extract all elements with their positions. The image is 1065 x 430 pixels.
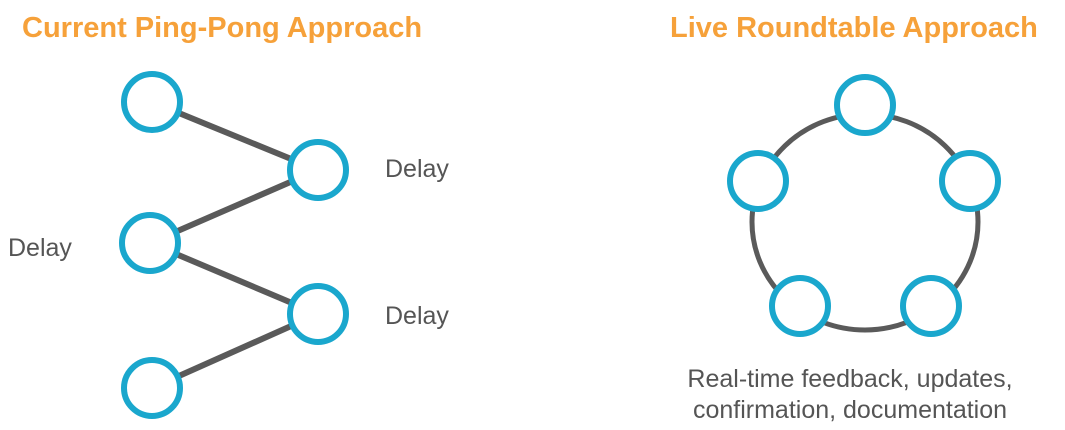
- ping-pong-node-2: [287, 139, 349, 201]
- roundtable-node-top: [834, 74, 896, 136]
- roundtable-caption: Real-time feedback, updates, confirmatio…: [640, 364, 1060, 426]
- roundtable-nodes: [727, 74, 1001, 337]
- delay-label-upper: Delay: [385, 155, 449, 183]
- roundtable-node-left: [727, 150, 789, 212]
- delay-label-left: Delay: [8, 234, 72, 262]
- caption-line-1: Real-time feedback, updates,: [687, 365, 1013, 393]
- ping-pong-node-4: [287, 283, 349, 345]
- roundtable-node-right: [939, 150, 1001, 212]
- ping-pong-nodes: [119, 71, 349, 419]
- ping-pong-node-5: [121, 357, 183, 419]
- roundtable-node-bottom-right: [900, 275, 962, 337]
- ping-pong-node-3: [119, 212, 181, 274]
- roundtable-node-bottom-left: [769, 275, 831, 337]
- delay-label-lower: Delay: [385, 302, 449, 330]
- ping-pong-node-1: [121, 71, 183, 133]
- caption-line-2: confirmation, documentation: [692, 396, 1008, 424]
